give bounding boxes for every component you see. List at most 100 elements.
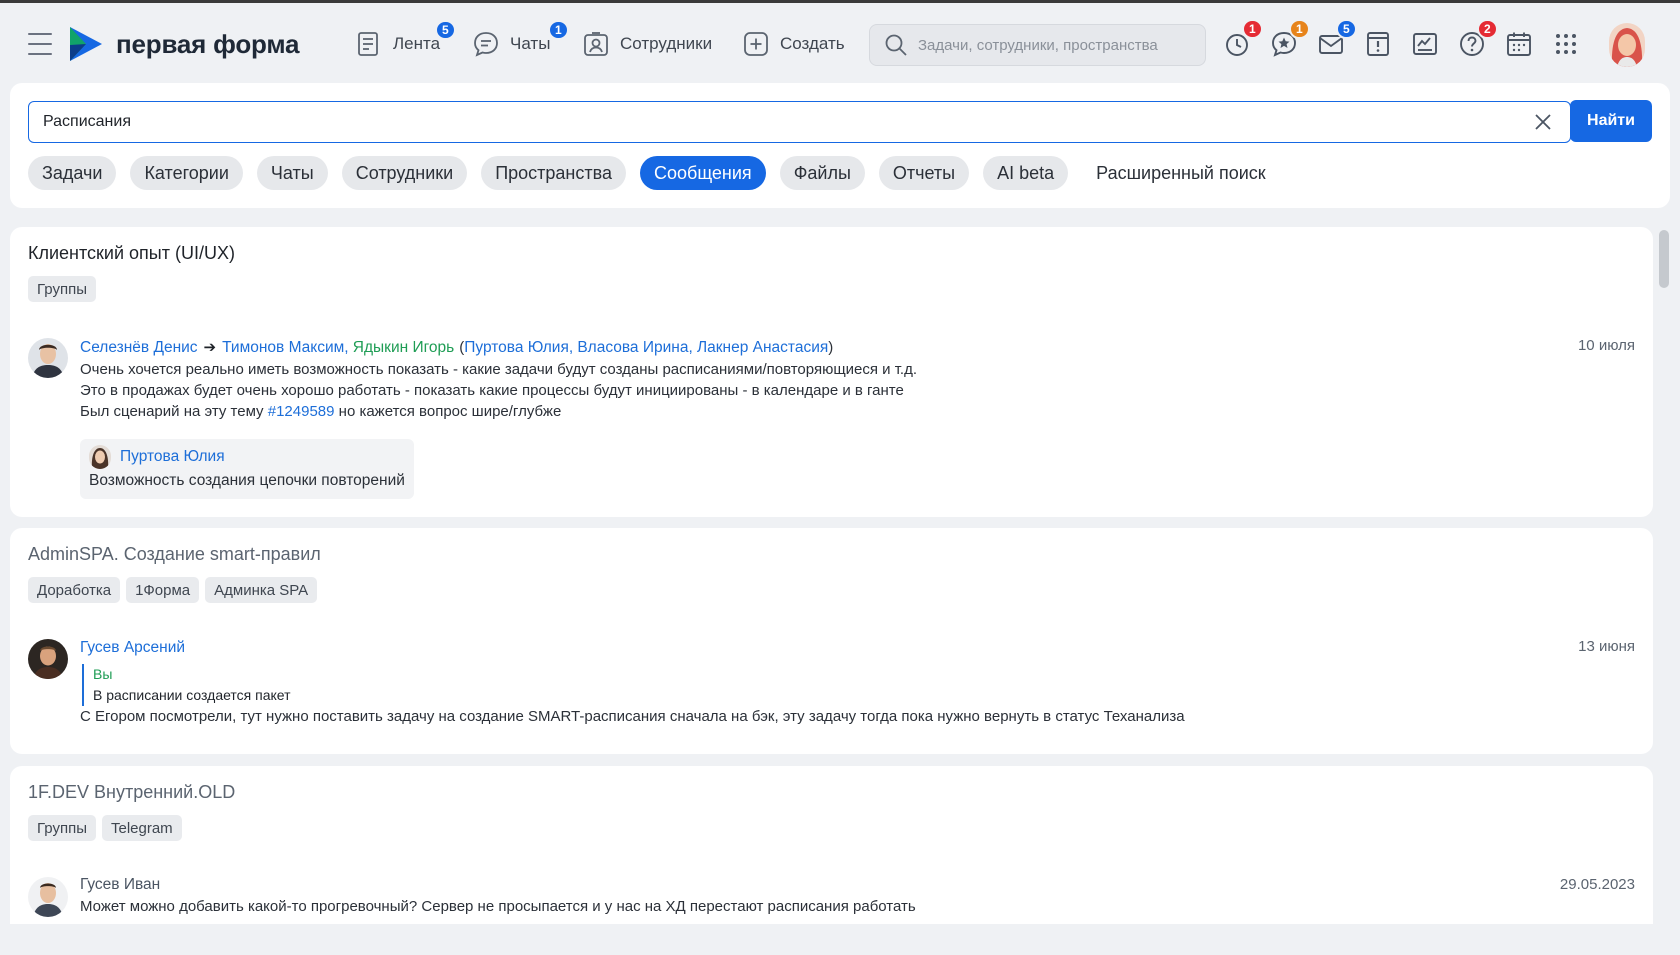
- logo-icon: [70, 27, 102, 61]
- logo[interactable]: первая форма: [68, 25, 300, 63]
- avatar[interactable]: [28, 639, 68, 679]
- help-icon[interactable]: 2: [1457, 19, 1498, 59]
- result-tags: Группы: [28, 276, 102, 302]
- cc-recipient[interactable]: Пуртова Юлия,: [464, 337, 573, 358]
- task-link[interactable]: #1249589: [268, 403, 335, 420]
- message: Гусев Иван Может можно добавить какой-то…: [80, 872, 916, 917]
- favorites-badge: 1: [1289, 19, 1310, 39]
- message-text: С Егором посмотрели, тут нужно поставить…: [80, 708, 1185, 725]
- result-tags: Группы Telegram: [28, 815, 188, 841]
- filter-employees[interactable]: Сотрудники: [341, 156, 468, 190]
- message-line-text: но кажется вопрос шире/глубже: [338, 403, 562, 420]
- reply-author: Вы: [93, 666, 113, 682]
- filter-spaces[interactable]: Пространства: [481, 156, 626, 190]
- search-icon: [885, 34, 907, 56]
- message-line: Был сценарий на эту тему #1249589 но каж…: [80, 401, 917, 422]
- result-card: 1F.DEV Внутренний.OLD Группы Telegram Гу…: [10, 766, 1653, 924]
- nav-employees-label: Сотрудники: [620, 34, 713, 53]
- cc-recipient[interactable]: Власова Ирина,: [577, 337, 692, 358]
- top-bar: первая форма Лента 5 Чаты 1 Сотрудники С…: [0, 3, 1680, 83]
- cc-close-paren: ): [828, 338, 834, 356]
- menu-icon[interactable]: [28, 33, 52, 55]
- quoted-message[interactable]: Пуртова Юлия Возможность создания цепочк…: [80, 439, 414, 499]
- filter-categories[interactable]: Категории: [130, 156, 243, 190]
- message: Гусев Арсений: [80, 635, 185, 659]
- employees-icon: [584, 32, 608, 56]
- mail-icon[interactable]: 5: [1316, 19, 1357, 59]
- quote-header: Пуртова Юлия: [89, 445, 405, 469]
- scrollbar-thumb[interactable]: [1659, 230, 1669, 288]
- message-line: Очень хочется реально иметь возможность …: [80, 361, 918, 378]
- filter-messages[interactable]: Сообщения: [639, 156, 766, 190]
- filter-ai-beta[interactable]: AI beta: [983, 156, 1069, 190]
- filter-reports[interactable]: Отчеты: [878, 156, 970, 190]
- message-line: Это в продажах будет очень хорошо работа…: [80, 382, 904, 399]
- nav-feed[interactable]: Лента 5: [355, 20, 456, 63]
- tag[interactable]: 1Форма: [126, 577, 200, 603]
- tag[interactable]: Telegram: [101, 815, 182, 841]
- nav-create[interactable]: Создать: [742, 25, 845, 63]
- calendar-icon[interactable]: [1504, 29, 1534, 59]
- clear-icon[interactable]: [1532, 111, 1554, 133]
- logo-text: первая форма: [116, 28, 300, 59]
- find-button[interactable]: Найти: [1570, 100, 1652, 142]
- message-date: 13 июня: [1578, 638, 1635, 655]
- avatar[interactable]: [28, 877, 68, 917]
- alert-document-icon[interactable]: [1363, 29, 1393, 59]
- message: Селезнёв Денис ➔ Тимонов Максим, Ядыкин …: [80, 335, 917, 422]
- plus-square-icon: [744, 32, 768, 56]
- result-title[interactable]: Клиентский опыт (UI/UX): [28, 243, 235, 264]
- nav-chats[interactable]: Чаты 1: [472, 20, 569, 63]
- nav-create-label: Создать: [780, 34, 845, 53]
- chats-count-badge: 1: [548, 20, 569, 40]
- advanced-search-link[interactable]: Расширенный поиск: [1082, 156, 1280, 190]
- reply-quote[interactable]: Вы В расписании создается пакет: [82, 664, 291, 706]
- global-search-input[interactable]: [918, 36, 1188, 54]
- search-panel: Найти Задачи Категории Чаты Сотрудники П…: [10, 83, 1670, 208]
- alarm-badge: 1: [1242, 19, 1263, 39]
- tag[interactable]: Группы: [28, 815, 96, 841]
- nav-chats-label: Чаты: [510, 34, 551, 53]
- filter-chats[interactable]: Чаты: [256, 156, 328, 190]
- apps-grid-icon[interactable]: [1551, 29, 1581, 59]
- feed-icon: [358, 32, 378, 56]
- filter-files[interactable]: Файлы: [779, 156, 865, 190]
- arrow-right-icon: ➔: [203, 338, 217, 356]
- reply-text: В расписании создается пакет: [93, 687, 291, 703]
- result-title[interactable]: AdminSPA. Создание smart-правил: [28, 544, 321, 565]
- avatar: [89, 445, 111, 469]
- result-card: Клиентский опыт (UI/UX) Группы Селезнёв …: [10, 227, 1653, 517]
- result-card: AdminSPA. Создание smart-правил Доработк…: [10, 528, 1653, 754]
- nav-feed-label: Лента: [393, 34, 441, 53]
- tag[interactable]: Админка SPA: [205, 577, 318, 603]
- filter-tasks[interactable]: Задачи: [28, 156, 117, 190]
- tag[interactable]: Доработка: [28, 577, 121, 603]
- main-search-field[interactable]: [28, 101, 1571, 143]
- message-header: Селезнёв Денис ➔ Тимонов Максим, Ядыкин …: [80, 335, 917, 359]
- feed-count-badge: 5: [435, 20, 456, 40]
- message-author: Гусев Иван: [80, 875, 161, 893]
- quote-author[interactable]: Пуртова Юлия: [120, 448, 225, 466]
- message-text: Может можно добавить какой-то прогревочн…: [80, 898, 916, 915]
- main-search-input[interactable]: [43, 113, 1503, 131]
- result-title[interactable]: 1F.DEV Внутренний.OLD: [28, 782, 235, 803]
- message-date: 29.05.2023: [1559, 876, 1635, 893]
- search-results: Клиентский опыт (UI/UX) Группы Селезнёв …: [10, 227, 1656, 924]
- message-author[interactable]: Гусев Арсений: [80, 637, 185, 658]
- report-icon[interactable]: [1410, 29, 1440, 59]
- cc-recipient[interactable]: Лакнер Анастасия: [697, 337, 828, 358]
- message-line-text: Был сценарий на эту тему: [80, 403, 264, 420]
- global-search[interactable]: [869, 24, 1206, 66]
- alarm-clock-icon[interactable]: 1: [1222, 19, 1263, 59]
- recipient[interactable]: Тимонов Максим,: [222, 337, 348, 358]
- result-tags: Доработка 1Форма Админка SPA: [28, 577, 323, 603]
- message-author[interactable]: Селезнёв Денис: [80, 337, 198, 358]
- star-bubble-icon[interactable]: 1: [1269, 19, 1310, 59]
- avatar[interactable]: [28, 338, 68, 378]
- tag[interactable]: Группы: [28, 276, 96, 302]
- quote-text: Возможность создания цепочки повторений: [89, 472, 405, 489]
- search-filters: Задачи Категории Чаты Сотрудники Простра…: [28, 156, 1294, 190]
- nav-employees[interactable]: Сотрудники: [582, 25, 712, 63]
- recipient[interactable]: Ядыкин Игорь: [353, 337, 454, 358]
- user-avatar[interactable]: [1609, 23, 1645, 67]
